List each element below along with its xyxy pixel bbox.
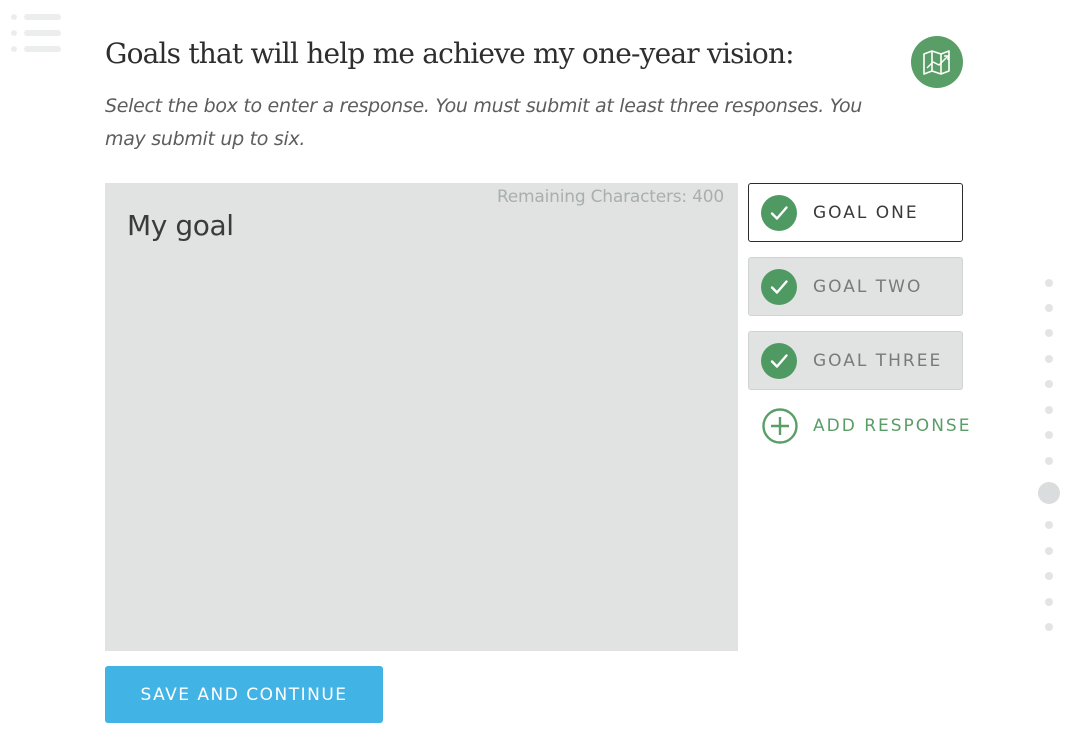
step-dot[interactable] [1045, 572, 1053, 580]
list-menu-icon[interactable] [10, 13, 62, 55]
map-button[interactable] [911, 36, 963, 88]
step-dot[interactable] [1045, 304, 1053, 312]
check-icon [761, 194, 797, 231]
add-response-label: ADD RESPONSE [813, 416, 972, 436]
goal-tab-three[interactable]: GOAL THREE [748, 331, 963, 390]
step-dot-current[interactable] [1038, 482, 1060, 504]
step-dot[interactable] [1045, 598, 1053, 606]
step-dot[interactable] [1045, 457, 1053, 465]
step-dot[interactable] [1045, 623, 1053, 631]
save-and-continue-button[interactable]: SAVE AND CONTINUE [105, 666, 383, 723]
check-icon [761, 268, 797, 305]
goal-tab-two[interactable]: GOAL TWO [748, 257, 963, 316]
response-text: My goal [127, 209, 234, 242]
goal-tab-label: GOAL THREE [813, 350, 943, 371]
step-dot[interactable] [1045, 547, 1053, 555]
remaining-characters: Remaining Characters: 400 [496, 187, 724, 207]
step-dot[interactable] [1045, 279, 1053, 287]
step-dot[interactable] [1045, 380, 1053, 388]
step-dot[interactable] [1045, 521, 1053, 529]
check-icon [761, 342, 797, 379]
goal-tab-label: GOAL ONE [813, 202, 919, 223]
add-response-button[interactable]: ADD RESPONSE [761, 407, 971, 445]
goal-tab-one[interactable]: GOAL ONE [748, 183, 963, 242]
step-navigation [1038, 270, 1060, 640]
step-dot[interactable] [1045, 355, 1053, 363]
goals-page: Goals that will help me achieve my one-y… [0, 0, 1068, 747]
instructions-text: Select the box to enter a response. You … [105, 95, 863, 150]
response-textarea[interactable]: Remaining Characters: 400 My goal [105, 183, 738, 651]
map-icon [923, 50, 950, 75]
step-dot[interactable] [1045, 329, 1053, 337]
goal-tab-label: GOAL TWO [813, 276, 923, 297]
plus-circle-icon [762, 408, 798, 444]
step-dot[interactable] [1045, 431, 1053, 439]
page-title: Goals that will help me achieve my one-y… [105, 37, 795, 70]
step-dot[interactable] [1045, 406, 1053, 414]
